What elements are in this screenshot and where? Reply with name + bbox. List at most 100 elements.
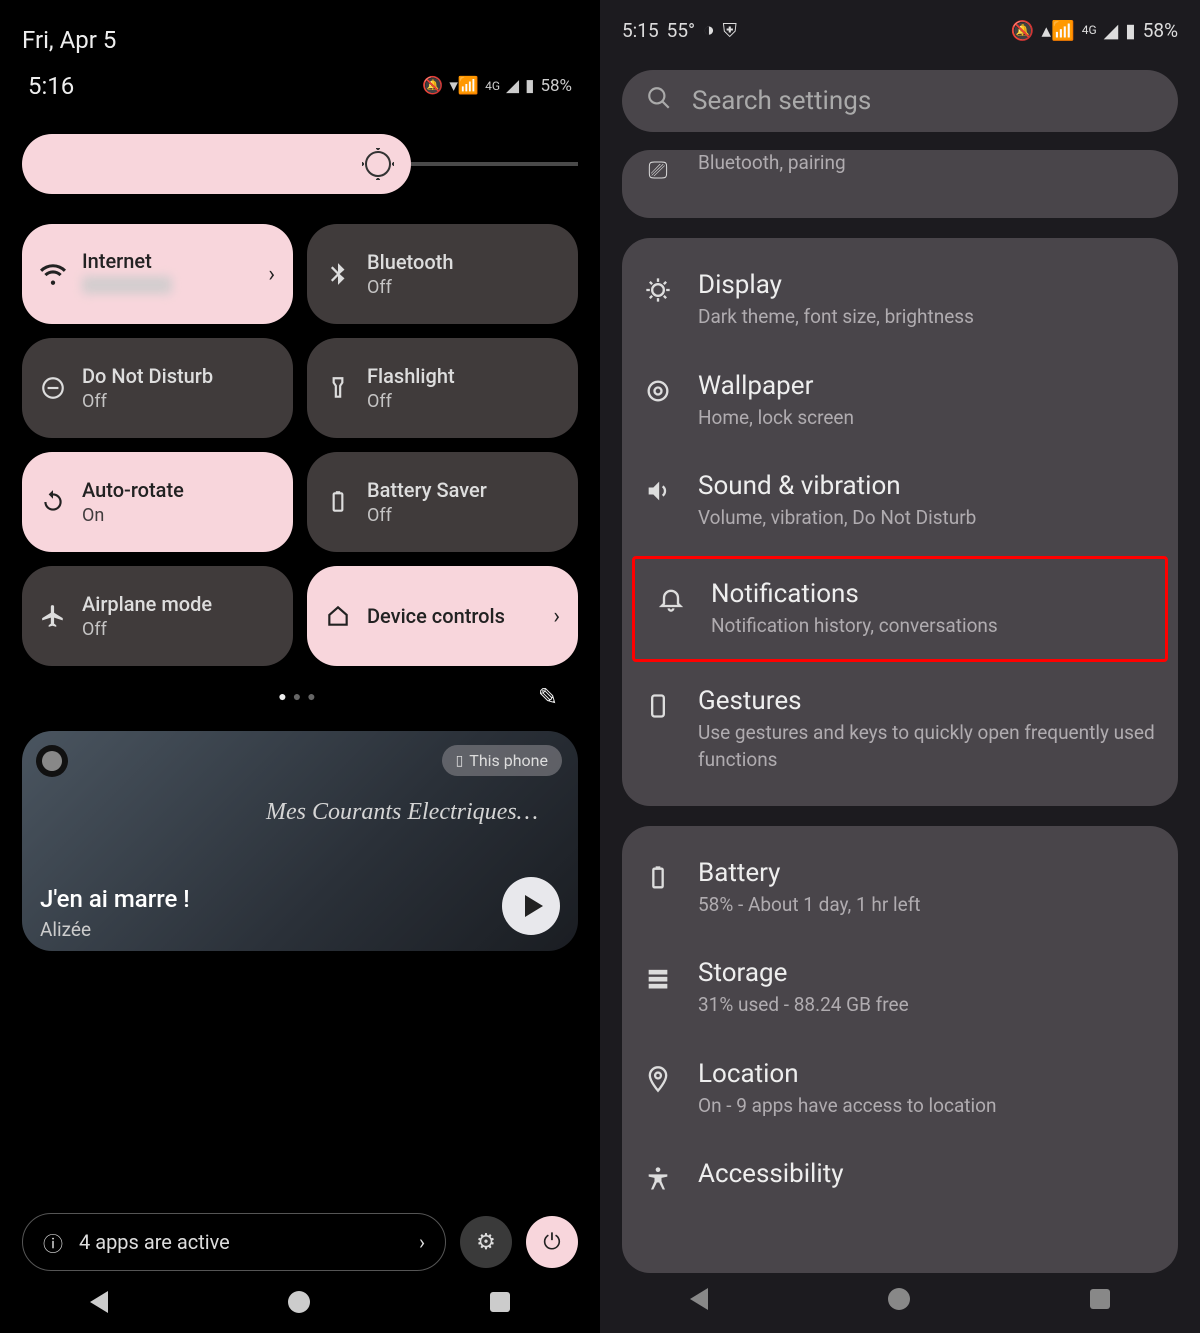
power-button[interactable]: ⏻ <box>526 1216 578 1268</box>
dnd-off-icon: 🔕 <box>1011 19 1035 42</box>
dnd-icon <box>40 375 66 401</box>
settings-item-notifications[interactable]: Notifications Notification history, conve… <box>635 559 1165 660</box>
media-player-card[interactable]: ▯ This phone Mes Courants Electriques… J… <box>22 731 578 951</box>
battery-icon <box>325 489 351 515</box>
item-sub: Notification history, conversations <box>711 613 1143 640</box>
search-settings-input[interactable]: Search settings <box>622 70 1178 132</box>
settings-item-accessibility[interactable]: Accessibility <box>622 1139 1178 1213</box>
active-apps-label: 4 apps are active <box>79 1230 230 1254</box>
qs-tile-battery-saver[interactable]: Battery SaverOff <box>307 452 578 552</box>
settings-item-display[interactable]: Display Dark theme, font size, brightness <box>622 250 1178 351</box>
qs-tile-bluetooth[interactable]: BluetoothOff <box>307 224 578 324</box>
home-button[interactable] <box>888 1288 910 1310</box>
info-icon: ⓘ <box>43 1228 63 1257</box>
storage-icon <box>644 964 672 992</box>
battery-pct: 58% <box>540 76 572 96</box>
item-title: Gestures <box>698 686 1156 716</box>
temp-label: 55° <box>667 19 695 42</box>
item-sub: On - 9 apps have access to location <box>698 1093 1156 1120</box>
recents-button[interactable] <box>1090 1289 1110 1309</box>
qs-tile-do-not-disturb[interactable]: Do Not Disturb Off <box>22 338 293 438</box>
battery-icon <box>644 864 672 892</box>
airplane-icon <box>40 603 66 629</box>
tile-sub: Off <box>367 391 560 412</box>
flashlight-icon <box>325 375 351 401</box>
active-apps-pill[interactable]: ⓘ 4 apps are active › <box>22 1213 446 1271</box>
qs-tile-auto-rotate[interactable]: Auto-rotateOn <box>22 452 293 552</box>
status-bar: 5:16 🔕 ▾📶 4G ◢ ▮ 58% <box>0 54 600 100</box>
item-title: Accessibility <box>698 1159 1156 1189</box>
back-button[interactable] <box>90 1291 108 1313</box>
battery-icon: ▮ <box>1125 19 1135 42</box>
shield-icon: ⛨ <box>723 19 737 42</box>
settings-item-wallpaper[interactable]: Wallpaper Home, lock screen <box>622 351 1178 452</box>
signal-label: 4G <box>485 79 500 93</box>
chevron-right-icon: › <box>553 604 560 629</box>
item-sub: Volume, vibration, Do Not Disturb <box>698 505 1156 532</box>
bell-icon <box>657 585 685 613</box>
brightness-icon <box>365 151 391 177</box>
tile-title: Do Not Disturb <box>82 364 275 388</box>
home-button[interactable] <box>288 1291 310 1313</box>
settings-app: 5:15 55° ◑ ⛨ 🔕 ▴📶 4G ◢ ▮ 58% Search sett… <box>600 0 1200 1333</box>
item-title: Wallpaper <box>698 371 1156 401</box>
item-title: Notifications <box>711 579 1143 609</box>
settings-group-device: Display Dark theme, font size, brightness… <box>622 238 1178 806</box>
qs-tile-flashlight[interactable]: FlashlightOff <box>307 338 578 438</box>
battery-icon: ▮ <box>525 76 534 96</box>
device-label: This phone <box>469 751 548 770</box>
qs-tile-airplane-mode[interactable]: Airplane modeOff <box>22 566 293 666</box>
item-sub: Use gestures and keys to quickly open fr… <box>698 720 1156 773</box>
output-device-chip[interactable]: ▯ This phone <box>442 745 562 776</box>
settings-item-connected-devices[interactable]: ⎚ Bluetooth, pairing <box>622 150 1178 204</box>
qs-tile-internet[interactable]: Internet › <box>22 224 293 324</box>
settings-item-location[interactable]: Location On - 9 apps have access to locat… <box>622 1039 1178 1140</box>
signal-icon: ◢ <box>506 76 519 96</box>
signal-label: 4G <box>1082 23 1097 37</box>
album-title: Mes Courants Electriques… <box>266 799 538 826</box>
nav-bar <box>600 1269 1200 1329</box>
brightness-slider[interactable] <box>22 134 578 194</box>
devices-icon: ⎚ <box>644 156 672 184</box>
settings-item-battery[interactable]: Battery58% - About 1 day, 1 hr left <box>622 838 1178 939</box>
battery-pct: 58% <box>1143 19 1178 42</box>
signal-icon: ◢ <box>1104 19 1119 42</box>
accessibility-icon <box>644 1165 672 1193</box>
nav-bar <box>0 1275 600 1329</box>
settings-group-connected: ⎚ Bluetooth, pairing <box>622 150 1178 218</box>
item-sub: Dark theme, font size, brightness <box>698 304 1156 331</box>
item-title: Location <box>698 1059 1156 1089</box>
recents-button[interactable] <box>490 1292 510 1312</box>
item-title: Sound & vibration <box>698 471 1156 501</box>
time-label: 5:15 <box>622 19 659 42</box>
gestures-icon <box>644 692 672 720</box>
item-sub: Home, lock screen <box>698 405 1156 432</box>
spotify-icon <box>36 745 68 777</box>
settings-item-storage[interactable]: Storage31% used - 88.24 GB free <box>622 938 1178 1039</box>
tile-sub: Off <box>82 391 275 412</box>
back-button[interactable] <box>690 1288 708 1310</box>
phone-icon: ▯ <box>456 753 464 769</box>
tile-sub: Off <box>367 505 560 526</box>
settings-button[interactable]: ⚙ <box>460 1216 512 1268</box>
edit-tiles-button[interactable]: ✎ <box>538 683 564 711</box>
song-title: J'en ai marre ! <box>40 885 190 913</box>
tile-title: Auto-rotate <box>82 478 275 502</box>
settings-item-sound-vibration[interactable]: Sound & vibration Volume, vibration, Do N… <box>622 451 1178 552</box>
settings-group-system: Battery58% - About 1 day, 1 hr leftStora… <box>622 826 1178 1274</box>
artist-name: Alizée <box>40 918 91 941</box>
chevron-right-icon: › <box>268 262 275 287</box>
settings-item-gestures[interactable]: Gestures Use gestures and keys to quickly… <box>622 666 1178 793</box>
status-bar: 5:15 55° ◑ ⛨ 🔕 ▴📶 4G ◢ ▮ 58% <box>600 0 1200 42</box>
tile-title: Internet <box>82 249 252 273</box>
date-label: Fri, Apr 5 <box>0 0 600 54</box>
play-button[interactable] <box>502 877 560 935</box>
search-placeholder: Search settings <box>692 86 871 116</box>
wifi-icon: ▴📶 <box>1042 19 1075 42</box>
qs-tile-device-controls[interactable]: Device controls› <box>307 566 578 666</box>
item-title: Display <box>698 270 1156 300</box>
wifi-icon <box>40 261 66 287</box>
wallpaper-icon <box>644 377 672 405</box>
wifi-icon: ▾📶 <box>449 76 479 96</box>
page-indicator: ●●● ✎ <box>0 688 600 705</box>
